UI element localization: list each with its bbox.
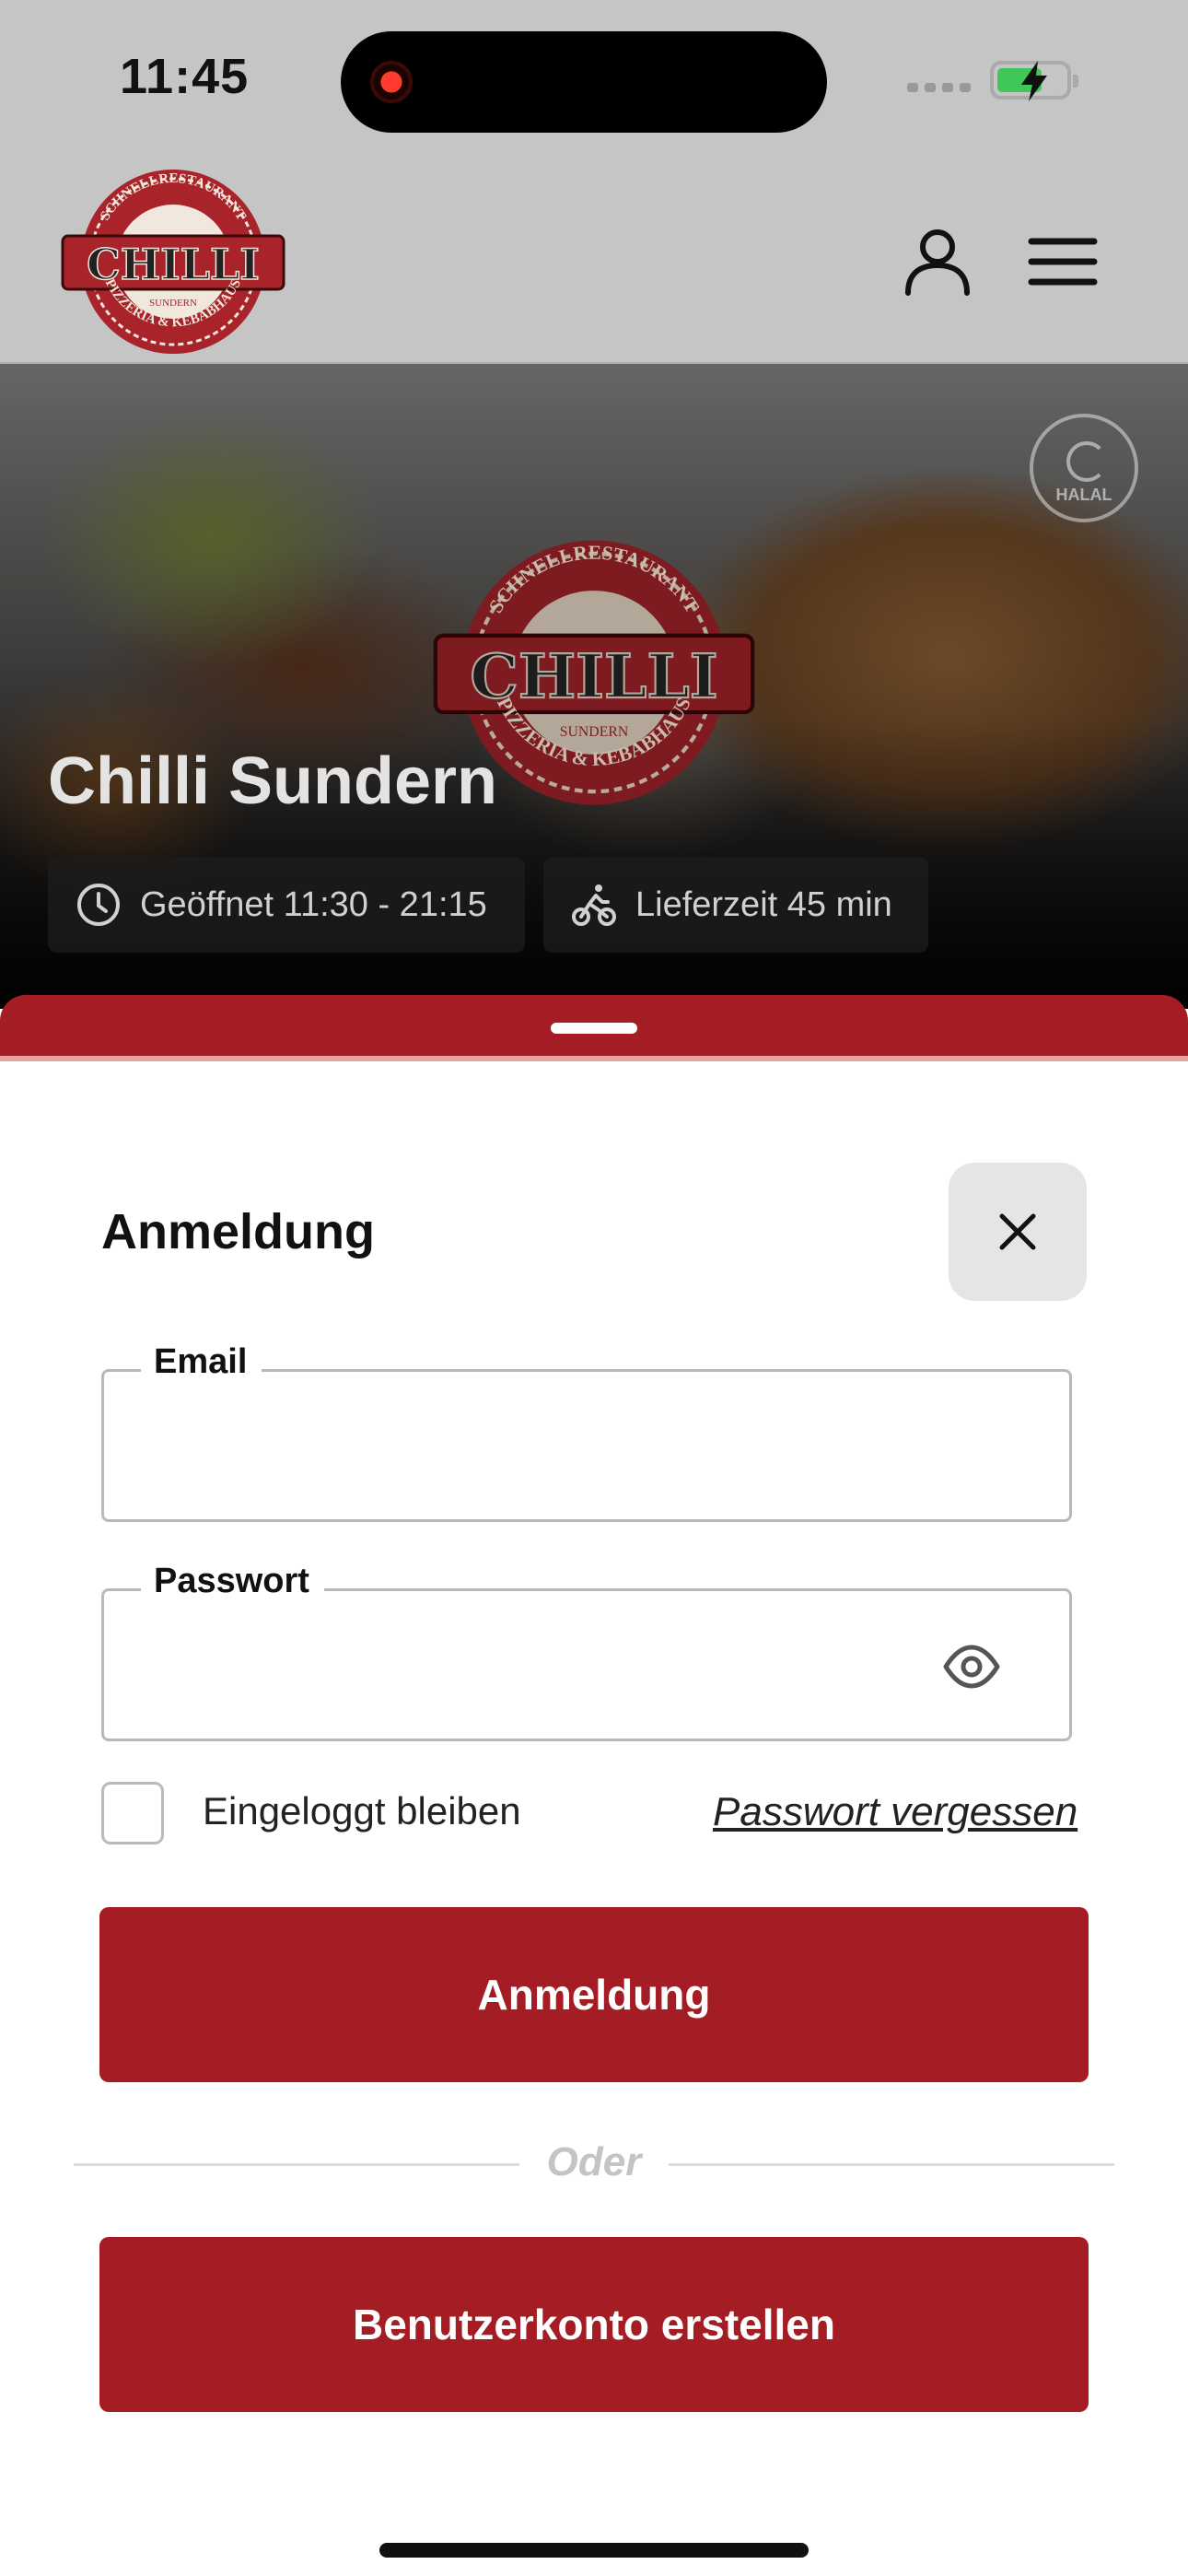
home-indicator[interactable]	[379, 2543, 809, 2558]
close-button[interactable]	[949, 1163, 1087, 1301]
hamburger-menu-icon[interactable]	[1028, 234, 1098, 289]
battery-icon	[990, 61, 1078, 101]
sheet-header-bar[interactable]	[0, 995, 1188, 1061]
login-title: Anmeldung	[101, 1204, 375, 1259]
forgot-password-link[interactable]: Passwort vergessen	[713, 1789, 1077, 1835]
svg-text:SUNDERN: SUNDERN	[560, 724, 629, 740]
show-password-eye-icon[interactable]	[940, 1635, 1003, 1698]
email-label: Email	[141, 1342, 262, 1382]
divider-right	[669, 2163, 1114, 2166]
password-input[interactable]	[141, 1637, 951, 1692]
delivery-bike-icon	[572, 884, 616, 926]
email-field[interactable]: Email	[101, 1342, 1072, 1522]
status-bar: 11:45	[0, 0, 1188, 157]
chilli-logo[interactable]: SCHNELLRESTAURANT CHILLI SUNDERN PIZZERI…	[61, 166, 285, 357]
restaurant-hero: SCHNELLRESTAURANT CHILLI SUNDERN PIZZERI…	[0, 364, 1188, 1009]
login-button[interactable]: Anmeldung	[99, 1907, 1089, 2082]
or-divider-text: Oder	[546, 2139, 642, 2184]
delivery-time-chip: Lieferzeit 45 min	[543, 857, 928, 953]
opening-hours-text: Geöffnet 11:30 - 21:15	[140, 884, 487, 924]
remember-me-checkbox[interactable]	[101, 1782, 164, 1844]
delivery-time-text: Lieferzeit 45 min	[635, 884, 892, 924]
crescent-icon	[1066, 441, 1107, 482]
create-account-button[interactable]: Benutzerkonto erstellen	[99, 2237, 1089, 2412]
halal-badge: HALAL	[1030, 414, 1138, 522]
password-field[interactable]: Passwort	[101, 1562, 1072, 1741]
svg-text:SUNDERN: SUNDERN	[149, 298, 197, 309]
app-header: SCHNELLRESTAURANT CHILLI SUNDERN PIZZERI…	[0, 157, 1188, 364]
restaurant-name: Chilli Sundern	[48, 744, 498, 818]
signal-icon	[907, 83, 971, 92]
email-input[interactable]	[141, 1418, 951, 1473]
sheet-grabber[interactable]	[551, 1023, 637, 1034]
remember-me-label[interactable]: Eingeloggt bleiben	[203, 1789, 521, 1833]
close-icon	[999, 1213, 1036, 1250]
user-icon[interactable]	[903, 227, 973, 297]
charging-bolt-icon	[1021, 61, 1047, 101]
opening-hours-chip: Geöffnet 11:30 - 21:15	[48, 857, 525, 953]
dynamic-island	[341, 31, 827, 133]
password-label: Passwort	[141, 1562, 324, 1601]
recording-indicator-icon	[370, 61, 413, 103]
status-time: 11:45	[120, 49, 250, 104]
clock-icon	[77, 884, 120, 926]
divider-left	[74, 2163, 519, 2166]
